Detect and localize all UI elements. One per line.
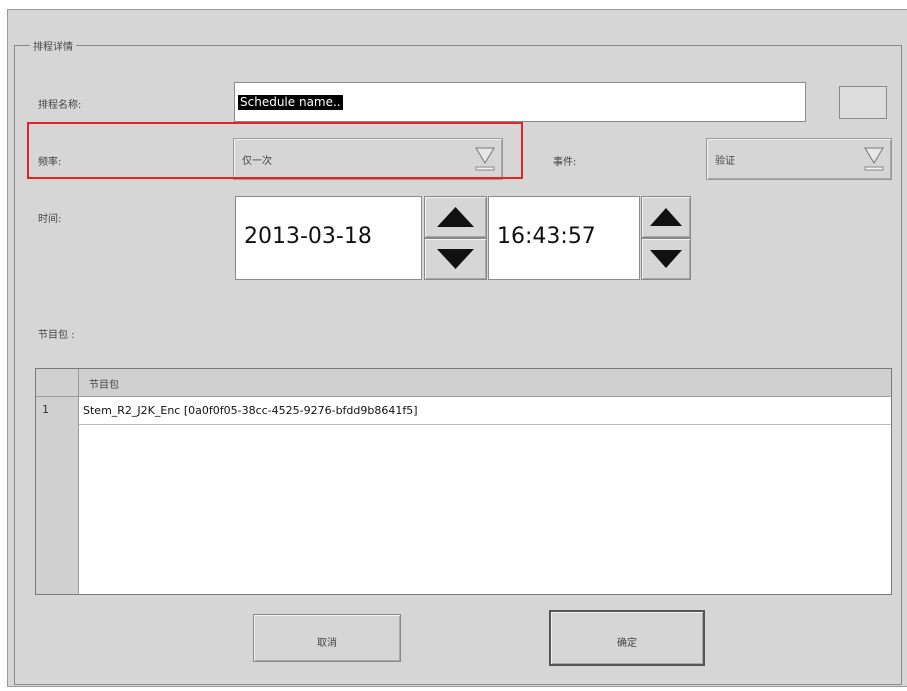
packages-table: 节目包 1 Stem_R2_J2K_Enc [0a0f0f05-38cc-452…: [35, 368, 892, 595]
date-field[interactable]: 2013-03-18: [235, 196, 422, 280]
dropdown-triangle-icon: [864, 147, 884, 171]
event-value: 验证: [715, 156, 735, 167]
schedule-name-label: 排程名称:: [38, 100, 82, 111]
ok-button-label: 确定: [617, 638, 637, 649]
schedule-name-input[interactable]: Schedule name..: [234, 82, 806, 122]
date-spin-up[interactable]: [424, 196, 487, 238]
ok-button[interactable]: 确定: [549, 610, 705, 666]
cancel-button-label: 取消: [317, 638, 337, 649]
clock-value: 16:43:57: [497, 224, 596, 249]
table-corner: [36, 369, 79, 397]
spin-up-arrow-icon: [650, 208, 682, 226]
schedule-name-value: Schedule name..: [238, 95, 343, 110]
spin-up-arrow-icon: [437, 207, 474, 227]
time-label: 时间:: [38, 214, 62, 225]
date-value: 2013-03-18: [244, 224, 372, 249]
table-row[interactable]: Stem_R2_J2K_Enc [0a0f0f05-38cc-4525-9276…: [79, 397, 891, 425]
clock-field[interactable]: 16:43:57: [488, 196, 640, 280]
row-number-label: 1: [42, 403, 49, 416]
spin-down-arrow-icon: [437, 249, 474, 269]
cancel-button[interactable]: 取消: [253, 614, 401, 662]
event-combobox[interactable]: 验证: [706, 138, 892, 180]
row-number[interactable]: 1: [36, 397, 79, 425]
column-header-label: 节目包: [89, 380, 119, 391]
column-header[interactable]: 节目包: [79, 369, 891, 397]
frequency-highlight-box: [27, 122, 523, 179]
date-spin-down[interactable]: [424, 238, 487, 280]
package-cell: Stem_R2_J2K_Enc [0a0f0f05-38cc-4525-9276…: [83, 404, 418, 417]
extra-button[interactable]: [839, 86, 887, 119]
spin-down-arrow-icon: [650, 250, 682, 268]
clock-spin-down[interactable]: [641, 238, 691, 280]
group-title: 排程详情: [30, 38, 76, 53]
row-header-column: [36, 397, 79, 594]
clock-spin-up[interactable]: [641, 196, 691, 238]
event-label: 事件:: [553, 157, 577, 168]
packages-label: 节目包 :: [38, 330, 75, 341]
